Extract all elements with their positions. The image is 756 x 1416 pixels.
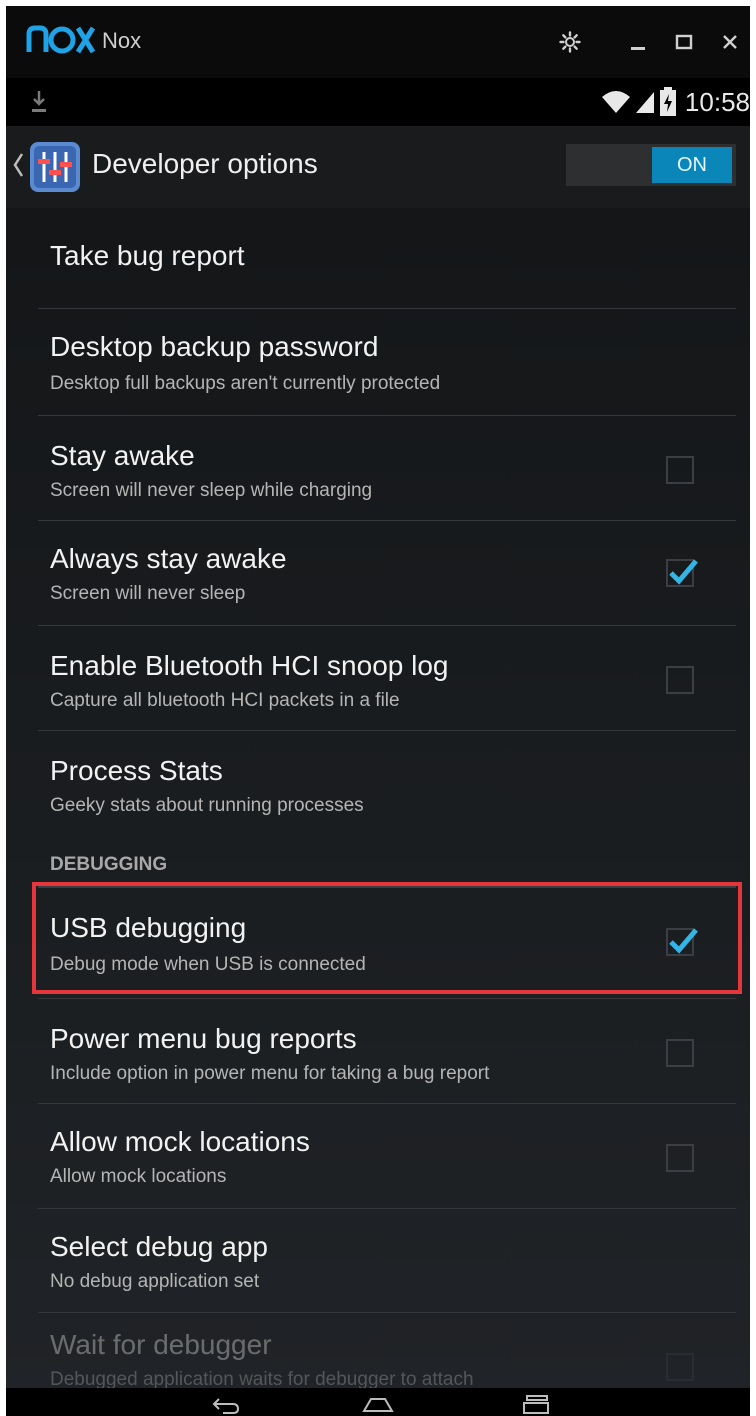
list-item-stay-awake[interactable]: Stay awake Screen will never sleep while…	[6, 416, 750, 520]
list-item-wait-for-debugger[interactable]: Wait for debugger Debugged application w…	[6, 1313, 750, 1393]
section-header-debugging: DEBUGGING	[50, 854, 168, 875]
maximize-icon[interactable]	[666, 24, 702, 60]
checkmark-icon	[669, 559, 698, 585]
navigation-bar	[6, 1388, 750, 1416]
minimize-icon[interactable]	[620, 24, 656, 60]
toggle-label: ON	[652, 147, 732, 183]
bluetooth-hci-snoop-log-checkbox[interactable]	[666, 666, 694, 694]
item-subtitle: Screen will never sleep	[50, 583, 246, 604]
item-title: Enable Bluetooth HCI snoop log	[50, 650, 449, 681]
item-title: Desktop backup password	[50, 331, 379, 362]
list-item-desktop-backup-password[interactable]: Desktop backup password Desktop full bac…	[6, 309, 750, 415]
list-item-power-menu-bug-reports[interactable]: Power menu bug reports Include option in…	[6, 999, 750, 1103]
item-subtitle: No debug application set	[50, 1271, 260, 1292]
item-subtitle: Geeky stats about running processes	[50, 795, 364, 816]
item-title: Select debug app	[50, 1231, 268, 1262]
wifi-icon	[601, 91, 630, 113]
status-bar: 10:58	[6, 78, 750, 126]
back-icon[interactable]	[206, 1390, 246, 1416]
list-item-process-stats[interactable]: Process Stats Geeky stats about running …	[6, 731, 750, 831]
emulator-app-name: Nox	[102, 28, 142, 53]
status-icons: 10:58	[601, 84, 750, 120]
power-menu-bug-reports-checkbox[interactable]	[666, 1039, 694, 1067]
allow-mock-locations-checkbox[interactable]	[666, 1144, 694, 1172]
item-title: Allow mock locations	[50, 1126, 310, 1157]
battery-icon	[659, 87, 676, 116]
status-time: 10:58	[684, 86, 750, 117]
developer-options-icon	[30, 142, 80, 192]
item-subtitle: Desktop full backups aren't currently pr…	[50, 373, 441, 394]
item-subtitle: Include option in power menu for taking …	[50, 1063, 490, 1084]
item-title: Always stay awake	[50, 543, 287, 574]
close-icon[interactable]	[712, 24, 748, 60]
page-title: Developer options	[92, 148, 318, 179]
emulator-title-bar: Nox	[6, 6, 750, 78]
list-item-bluetooth-hci-snoop-log[interactable]: Enable Bluetooth HCI snoop log Capture a…	[6, 626, 750, 730]
nox-window: Nox 10:58 Developer options ON Take bug …	[6, 6, 750, 1416]
list-item-always-stay-awake[interactable]: Always stay awake Screen will never slee…	[6, 521, 750, 625]
list-item-take-bug-report[interactable]: Take bug report	[6, 208, 750, 308]
settings-list: Take bug report Desktop backup password …	[6, 208, 750, 1390]
signal-icon	[635, 92, 654, 113]
list-item-allow-mock-locations[interactable]: Allow mock locations Allow mock location…	[6, 1104, 750, 1208]
stay-awake-checkbox[interactable]	[666, 456, 694, 484]
back-caret-icon[interactable]	[12, 150, 24, 180]
item-subtitle: Screen will never sleep while charging	[50, 480, 373, 501]
download-icon	[32, 91, 46, 112]
home-icon[interactable]	[358, 1390, 398, 1416]
item-title: Stay awake	[50, 440, 195, 471]
settings-icon[interactable]	[552, 24, 588, 60]
nox-logo-icon	[26, 25, 96, 54]
recents-icon[interactable]	[516, 1390, 556, 1416]
list-item-select-debug-app[interactable]: Select debug app No debug application se…	[6, 1209, 750, 1313]
item-title: Power menu bug reports	[50, 1023, 357, 1054]
item-title: Take bug report	[50, 240, 245, 271]
developer-options-toggle[interactable]: ON	[566, 144, 736, 186]
action-bar: Developer options ON	[6, 126, 750, 208]
item-title: Process Stats	[50, 755, 223, 786]
item-subtitle: Capture all bluetooth HCI packets in a f…	[50, 690, 400, 711]
usb-debugging-highlight-box	[32, 882, 742, 994]
always-stay-awake-checkbox[interactable]	[666, 559, 698, 587]
item-subtitle: Allow mock locations	[50, 1166, 227, 1187]
wait-for-debugger-checkbox[interactable]	[666, 1353, 694, 1381]
item-title: Wait for debugger	[50, 1329, 272, 1360]
